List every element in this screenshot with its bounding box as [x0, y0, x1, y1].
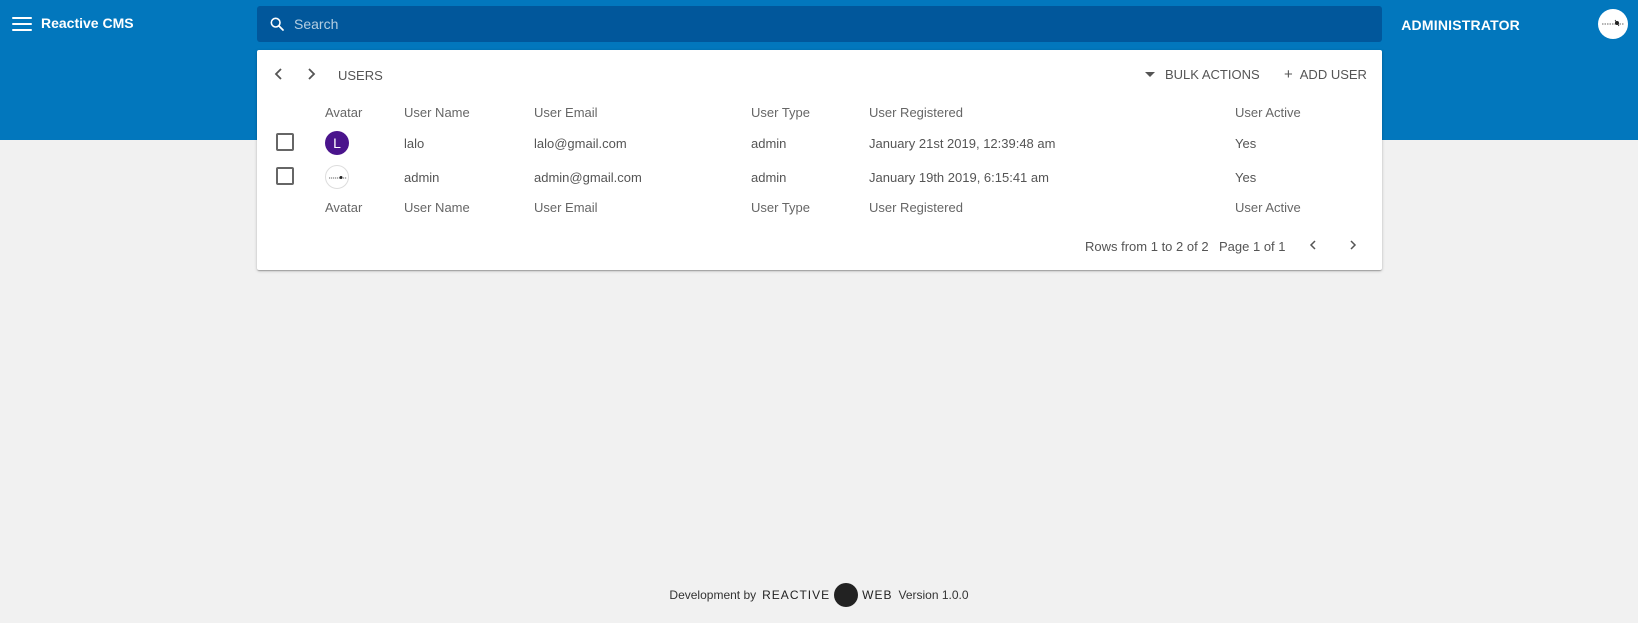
cell-user-type: admin — [751, 170, 787, 185]
logo-right-text: WEB — [862, 588, 893, 602]
cell-user-active: Yes — [1235, 136, 1257, 151]
footer-prefix: Development by — [669, 588, 757, 602]
cell-user-email: admin@gmail.com — [534, 170, 642, 185]
column-footer-user-name: User Name — [404, 200, 470, 215]
user-role[interactable]: ADMINISTRATOR — [1401, 17, 1520, 33]
users-card: USERS BULK ACTIONS + ADD USER Avatar Use… — [257, 50, 1382, 270]
version-text: Version 1.0.0 — [898, 588, 969, 602]
add-user-label: ADD USER — [1299, 67, 1367, 82]
cell-user-type: admin — [751, 136, 787, 151]
bulk-actions-button[interactable]: BULK ACTIONS — [1145, 67, 1260, 82]
bulk-actions-label: BULK ACTIONS — [1165, 67, 1260, 82]
next-page-icon[interactable] — [1344, 236, 1362, 254]
search-bar[interactable] — [257, 6, 1382, 42]
cell-user-name: lalo — [404, 136, 425, 151]
search-input[interactable] — [294, 16, 1354, 32]
logo-left-text: REACTIVE — [762, 588, 831, 602]
reactive-web-logo[interactable]: REACTIVE WEB — [762, 583, 892, 607]
avatar — [325, 165, 349, 189]
column-footer-avatar: Avatar — [325, 200, 363, 215]
column-header-user-registered[interactable]: User Registered — [869, 105, 963, 120]
plus-icon: + — [1284, 66, 1293, 83]
user-avatar[interactable] — [1598, 9, 1628, 39]
column-footer-user-active: User Active — [1235, 200, 1301, 215]
app-title: Reactive CMS — [41, 15, 134, 31]
column-header-user-type[interactable]: User Type — [751, 105, 810, 120]
column-footer-user-email: User Email — [534, 200, 598, 215]
previous-page-icon[interactable] — [1304, 236, 1322, 254]
cell-user-registered: January 21st 2019, 12:39:48 am — [869, 136, 1056, 151]
card-title: USERS — [338, 68, 383, 83]
rows-range-text: Rows from 1 to 2 of 2 — [1085, 239, 1209, 254]
column-header-user-email[interactable]: User Email — [534, 105, 598, 120]
cell-user-email: lalo@gmail.com — [534, 136, 627, 151]
page-indicator: Page 1 of 1 — [1219, 239, 1286, 254]
search-icon — [270, 17, 284, 31]
cell-user-active: Yes — [1235, 170, 1257, 185]
forward-arrow-icon[interactable] — [300, 63, 322, 85]
avatar: L — [325, 131, 349, 155]
back-arrow-icon[interactable] — [268, 63, 290, 85]
column-header-avatar[interactable]: Avatar — [325, 105, 362, 120]
column-header-user-name[interactable]: User Name — [404, 105, 470, 120]
cell-user-registered: January 19th 2019, 6:15:41 am — [869, 170, 1049, 185]
column-footer-user-type: User Type — [751, 200, 811, 215]
caret-down-icon — [1145, 72, 1155, 77]
column-footer-user-registered: User Registered — [869, 200, 963, 215]
column-header-user-active[interactable]: User Active — [1235, 105, 1301, 120]
row-checkbox[interactable] — [276, 167, 294, 185]
add-user-button[interactable]: + ADD USER — [1284, 67, 1367, 82]
row-checkbox[interactable] — [276, 133, 294, 151]
footer: Development by REACTIVE WEB Version 1.0.… — [0, 580, 1638, 610]
menu-icon[interactable] — [12, 14, 32, 34]
logo-icon — [834, 583, 859, 607]
cell-user-name: admin — [404, 170, 440, 185]
